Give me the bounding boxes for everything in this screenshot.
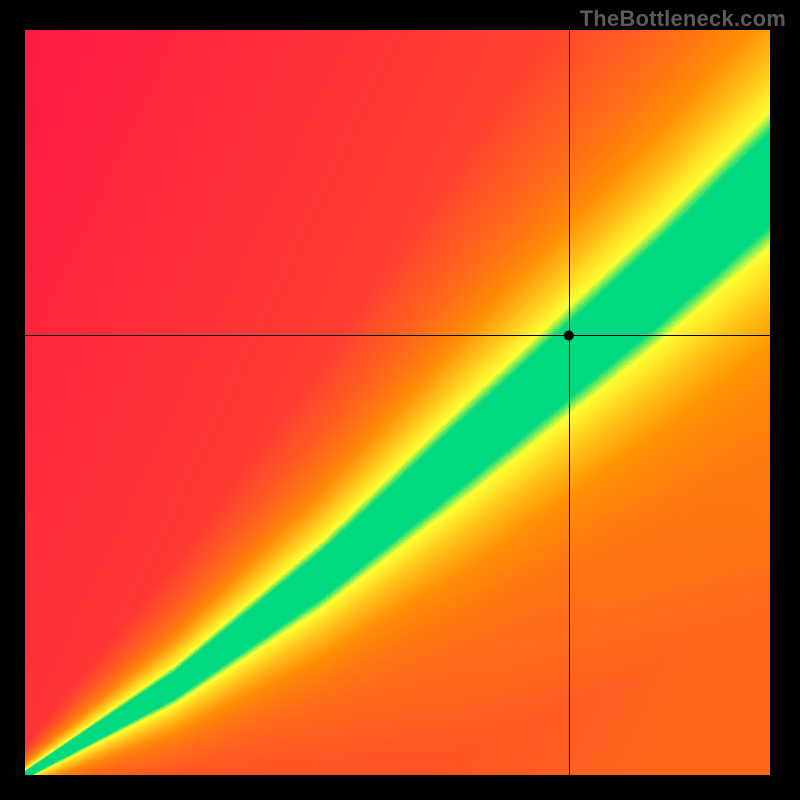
brand-watermark: TheBottleneck.com (580, 6, 786, 32)
chart-container: TheBottleneck.com (0, 0, 800, 800)
plot-area (25, 30, 770, 775)
heatmap-canvas (25, 30, 770, 775)
